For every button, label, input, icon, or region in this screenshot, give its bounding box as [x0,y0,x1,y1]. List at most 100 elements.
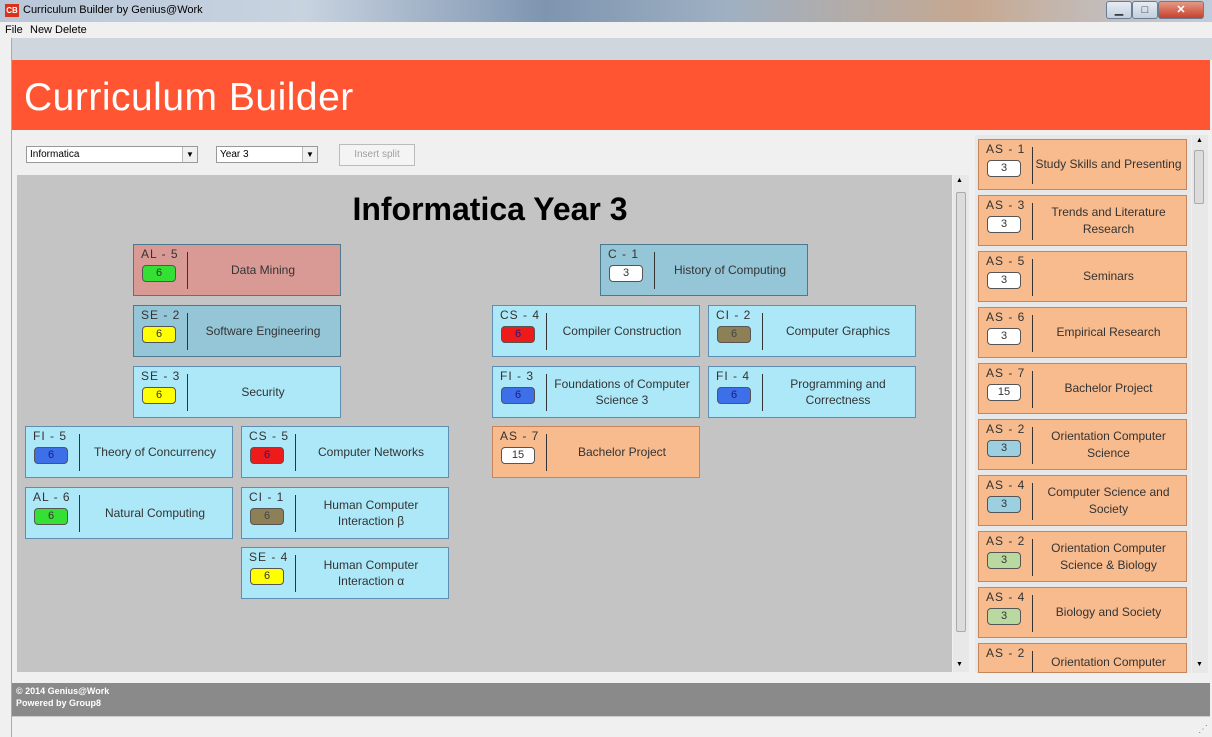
sidebar-course-card[interactable]: AS - 7 15 Bachelor Project [978,363,1187,414]
course-code: AS - 1 [986,142,1026,156]
scroll-down-icon[interactable]: ▼ [956,661,963,668]
course-card[interactable]: AL - 5 6 Data Mining [133,244,341,296]
divider [1032,595,1033,632]
resize-grip-icon[interactable]: ⋰ [1198,724,1208,735]
credits-badge: 6 [34,447,68,464]
scroll-up-icon[interactable]: ▲ [1196,137,1203,144]
chevron-down-icon[interactable]: ▼ [302,147,317,162]
divider [1032,371,1033,408]
course-code: CI - 1 [249,490,285,504]
course-name: Empirical Research [1056,325,1161,340]
course-name: Orientation Computer [1051,655,1166,669]
divider [546,313,547,350]
course-code: CI - 2 [716,308,752,322]
sidebar-course-card[interactable]: AS - 4 3 Computer Science and Society [978,475,1187,526]
close-icon[interactable]: ✕ [1158,1,1204,19]
course-card[interactable]: SE - 4 6 Human Computer Interaction α [241,547,449,599]
course-card[interactable]: CI - 2 6 Computer Graphics [708,305,916,357]
course-name: Foundations of Computer Science 3 [554,376,690,407]
credits-badge: 6 [142,265,176,282]
program-select[interactable]: Informatica ▼ [26,146,198,163]
sidebar-course-card[interactable]: AS - 2 3 Orientation Computer Science & … [978,531,1187,582]
footer [12,683,1210,716]
course-name: Bachelor Project [577,444,667,459]
canvas-title: Informatica Year 3 [352,191,628,227]
course-code: AS - 3 [986,198,1026,212]
insert-split-button[interactable]: Insert split [339,144,415,166]
credits-badge: 6 [717,326,751,343]
credits-badge: 6 [250,447,284,464]
credits-badge: 6 [501,387,535,404]
sidebar-scrollbar[interactable]: ▲ ▼ [1192,135,1208,673]
course-name: History of Computing [673,262,787,277]
menu-file[interactable]: File [5,24,23,36]
course-code: SE - 2 [141,308,181,322]
course-code: FI - 4 [716,369,751,383]
course-name: Computer Graphics [785,323,891,338]
course-card[interactable]: AS - 7 15 Bachelor Project [492,426,700,478]
sidebar-course-card[interactable]: AS - 3 3 Trends and Literature Research [978,195,1187,246]
credits-badge: 6 [501,326,535,343]
divider [1032,315,1033,352]
sidebar-course-card[interactable]: AS - 6 3 Empirical Research [978,307,1187,358]
chevron-down-icon[interactable]: ▼ [182,147,197,162]
scroll-down-icon[interactable]: ▼ [1196,661,1203,668]
credits-badge: 15 [501,447,535,464]
course-code: AS - 7 [986,366,1026,380]
divider [295,434,296,471]
course-card[interactable]: FI - 3 6 Foundations of Computer Science… [492,366,700,418]
divider [187,374,188,411]
header-strip [12,38,1212,60]
sidebar-course-card[interactable]: AS - 1 3 Study Skills and Presenting [978,139,1187,190]
course-card[interactable]: CS - 4 6 Compiler Construction [492,305,700,357]
course-card[interactable]: AL - 6 6 Natural Computing [25,487,233,539]
sidebar-course-card[interactable]: AS - 2 Orientation Computer [978,643,1187,673]
course-card[interactable]: FI - 4 6 Programming and Correctness [708,366,916,418]
course-card[interactable]: FI - 5 6 Theory of Concurrency [25,426,233,478]
sidebar-course-card[interactable]: AS - 5 3 Seminars [978,251,1187,302]
maximize-icon[interactable]: □ [1132,1,1158,19]
credits-badge: 6 [250,568,284,585]
sidebar-scrollbar-thumb[interactable] [1194,150,1204,204]
course-name: Seminars [1083,269,1134,284]
sidebar-course-card[interactable]: AS - 2 3 Orientation Computer Science [978,419,1187,470]
course-card[interactable]: CI - 1 6 Human Computer Interaction β [241,487,449,539]
sidebar-course-card[interactable]: AS - 4 3 Biology and Society [978,587,1187,638]
minimize-icon[interactable]: ▁ [1106,1,1132,19]
course-code: C - 1 [608,247,640,261]
course-code: AS - 4 [986,590,1026,604]
status-bar [12,716,1210,737]
course-code: CS - 4 [500,308,541,322]
year-select[interactable]: Year 3 ▼ [216,146,318,163]
divider [1032,651,1033,672]
course-name: Orientation Computer Science [1051,429,1166,460]
course-code: AL - 5 [141,247,179,261]
course-code: FI - 3 [500,369,535,383]
credits-badge: 3 [987,216,1021,233]
divider [546,374,547,411]
credits-badge: 3 [987,552,1021,569]
course-name: Study Skills and Presenting [1035,157,1182,172]
window-title: Curriculum Builder by Genius@Work [23,4,203,16]
course-code: AS - 2 [986,422,1026,436]
course-code: SE - 4 [249,550,289,564]
course-card[interactable]: SE - 2 6 Software Engineering [133,305,341,357]
menu-delete[interactable]: Delete [55,24,87,36]
divider [187,313,188,350]
divider [1032,427,1033,464]
credits-badge: 3 [987,328,1021,345]
divider [187,252,188,289]
divider [1032,259,1033,296]
divider [295,555,296,592]
course-card[interactable]: SE - 3 6 Security [133,366,341,418]
course-name: Biology and Society [1055,605,1162,620]
menu-new[interactable]: New [30,24,52,36]
divider [762,374,763,411]
app-title: Curriculum Builder [24,76,354,119]
course-name: Human Computer Interaction β [323,497,419,528]
credits-badge: 3 [987,272,1021,289]
scroll-up-icon[interactable]: ▲ [956,177,963,184]
course-card[interactable]: CS - 5 6 Computer Networks [241,426,449,478]
course-card[interactable]: C - 1 3 History of Computing [600,244,808,296]
canvas-scrollbar-thumb[interactable] [956,192,966,632]
